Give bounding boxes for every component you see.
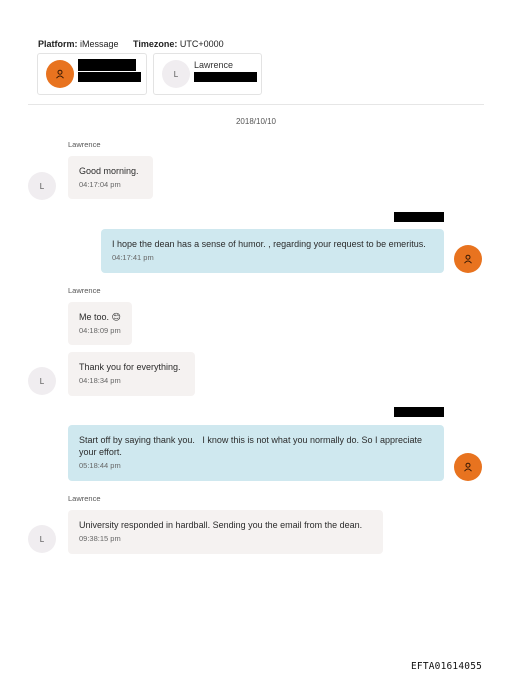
platform-info: Platform: iMessage [38, 39, 119, 49]
person-icon [56, 69, 64, 79]
redacted-detail [194, 72, 257, 82]
redacted-detail [78, 72, 141, 82]
message-text: University responded in hardball. Sendin… [79, 520, 363, 530]
message-time: 09:38:15 pm [79, 534, 121, 543]
person-icon [464, 462, 472, 472]
redacted-sender [394, 212, 444, 222]
message-time: 04:18:09 pm [79, 326, 121, 335]
document-id: EFTA01614055 [411, 661, 483, 672]
message-time: 04:18:34 pm [79, 376, 121, 385]
message-time: 05:18:44 pm [79, 461, 121, 470]
message-text: Good morning. [79, 166, 139, 176]
avatar [454, 245, 482, 273]
avatar: L [28, 525, 56, 553]
message-text: Thank you for everything. [79, 362, 181, 372]
sender-name: Lawrence [68, 494, 101, 503]
message-text: I hope the dean has a sense of humor. , … [112, 239, 426, 249]
participant-card-lawrence: L Lawrence [153, 53, 262, 95]
avatar: L [28, 172, 56, 200]
participant-card-self [37, 53, 147, 95]
message-bubble: Start off by saying thank you. I know th… [68, 425, 444, 481]
message-text: Me too. 😊 [79, 312, 121, 322]
conversation-meta: Platform: iMessage Timezone: UTC+0000 [38, 39, 224, 49]
participant-name: Lawrence [194, 60, 234, 70]
redacted-name [78, 59, 136, 71]
timezone-info: Timezone: UTC+0000 [133, 39, 224, 49]
sender-name: Lawrence [68, 140, 101, 149]
date-separator: 2018/10/10 [235, 117, 277, 126]
message-text: Start off by saying thank you. I know th… [79, 435, 425, 457]
header-divider [28, 104, 484, 105]
message-bubble: Good morning. 04:17:04 pm [68, 156, 153, 199]
message-bubble: Me too. 😊 04:18:09 pm [68, 302, 132, 345]
person-icon [464, 254, 472, 264]
sender-name: Lawrence [68, 286, 101, 295]
message-time: 04:17:41 pm [112, 253, 154, 262]
avatar: L [28, 367, 56, 395]
avatar: L [162, 60, 190, 88]
message-bubble: Thank you for everything. 04:18:34 pm [68, 352, 195, 396]
redacted-sender [394, 407, 444, 417]
message-bubble: University responded in hardball. Sendin… [68, 510, 383, 554]
avatar [46, 60, 74, 88]
message-bubble: I hope the dean has a sense of humor. , … [101, 229, 444, 273]
avatar [454, 453, 482, 481]
message-time: 04:17:04 pm [79, 180, 121, 189]
